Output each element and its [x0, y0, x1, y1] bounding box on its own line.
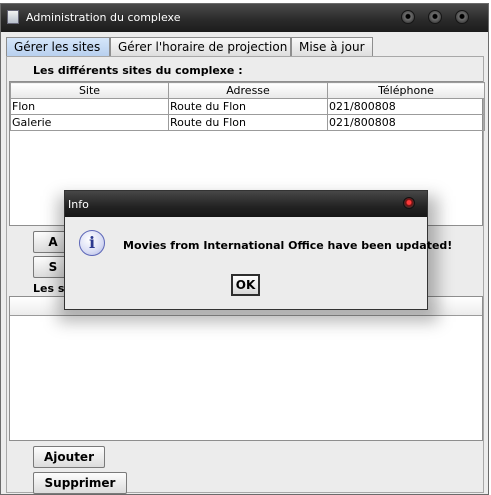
minimize-icon[interactable] — [401, 10, 415, 24]
tab-gerer-horaire[interactable]: Gérer l'horaire de projection — [110, 37, 291, 56]
info-dialog: Info i Movies from International Office … — [64, 190, 452, 310]
cell-telephone[interactable]: 021/800808 — [327, 98, 485, 115]
maximize-icon[interactable] — [428, 10, 442, 24]
tab-mise-a-jour[interactable]: Mise à jour — [291, 37, 373, 56]
column-header-adresse[interactable]: Adresse — [168, 82, 328, 99]
cell-site[interactable]: Galerie — [10, 114, 169, 131]
cell-telephone[interactable]: 021/800808 — [327, 114, 485, 131]
dialog-message: Movies from International Office have be… — [123, 239, 453, 252]
tab-gerer-sites[interactable]: Gérer les sites — [6, 37, 110, 57]
table-row[interactable]: Flon Route du Flon 021/800808 — [10, 98, 485, 115]
dialog-title-bar[interactable]: Info — [65, 191, 427, 217]
table-row[interactable]: Galerie Route du Flon 021/800808 — [10, 114, 485, 131]
dialog-title: Info — [68, 198, 89, 211]
column-header-telephone[interactable]: Téléphone — [327, 82, 485, 99]
close-icon[interactable] — [455, 10, 469, 24]
column-header-site[interactable]: Site — [10, 82, 169, 99]
window-title: Administration du complexe — [26, 11, 181, 24]
delete-button[interactable]: Supprimer — [33, 472, 127, 494]
cell-adresse[interactable]: Route du Flon — [168, 114, 328, 131]
add-button[interactable]: Ajouter — [33, 446, 105, 468]
sites-section-label: Les différents sites du complexe : — [33, 64, 243, 77]
ok-button[interactable]: OK — [231, 274, 260, 296]
cell-adresse[interactable]: Route du Flon — [168, 98, 328, 115]
title-bar[interactable]: Administration du complexe — [1, 4, 488, 32]
close-icon[interactable] — [403, 197, 415, 209]
cell-site[interactable]: Flon — [10, 98, 169, 115]
app-icon — [7, 10, 19, 24]
info-icon: i — [79, 230, 105, 256]
